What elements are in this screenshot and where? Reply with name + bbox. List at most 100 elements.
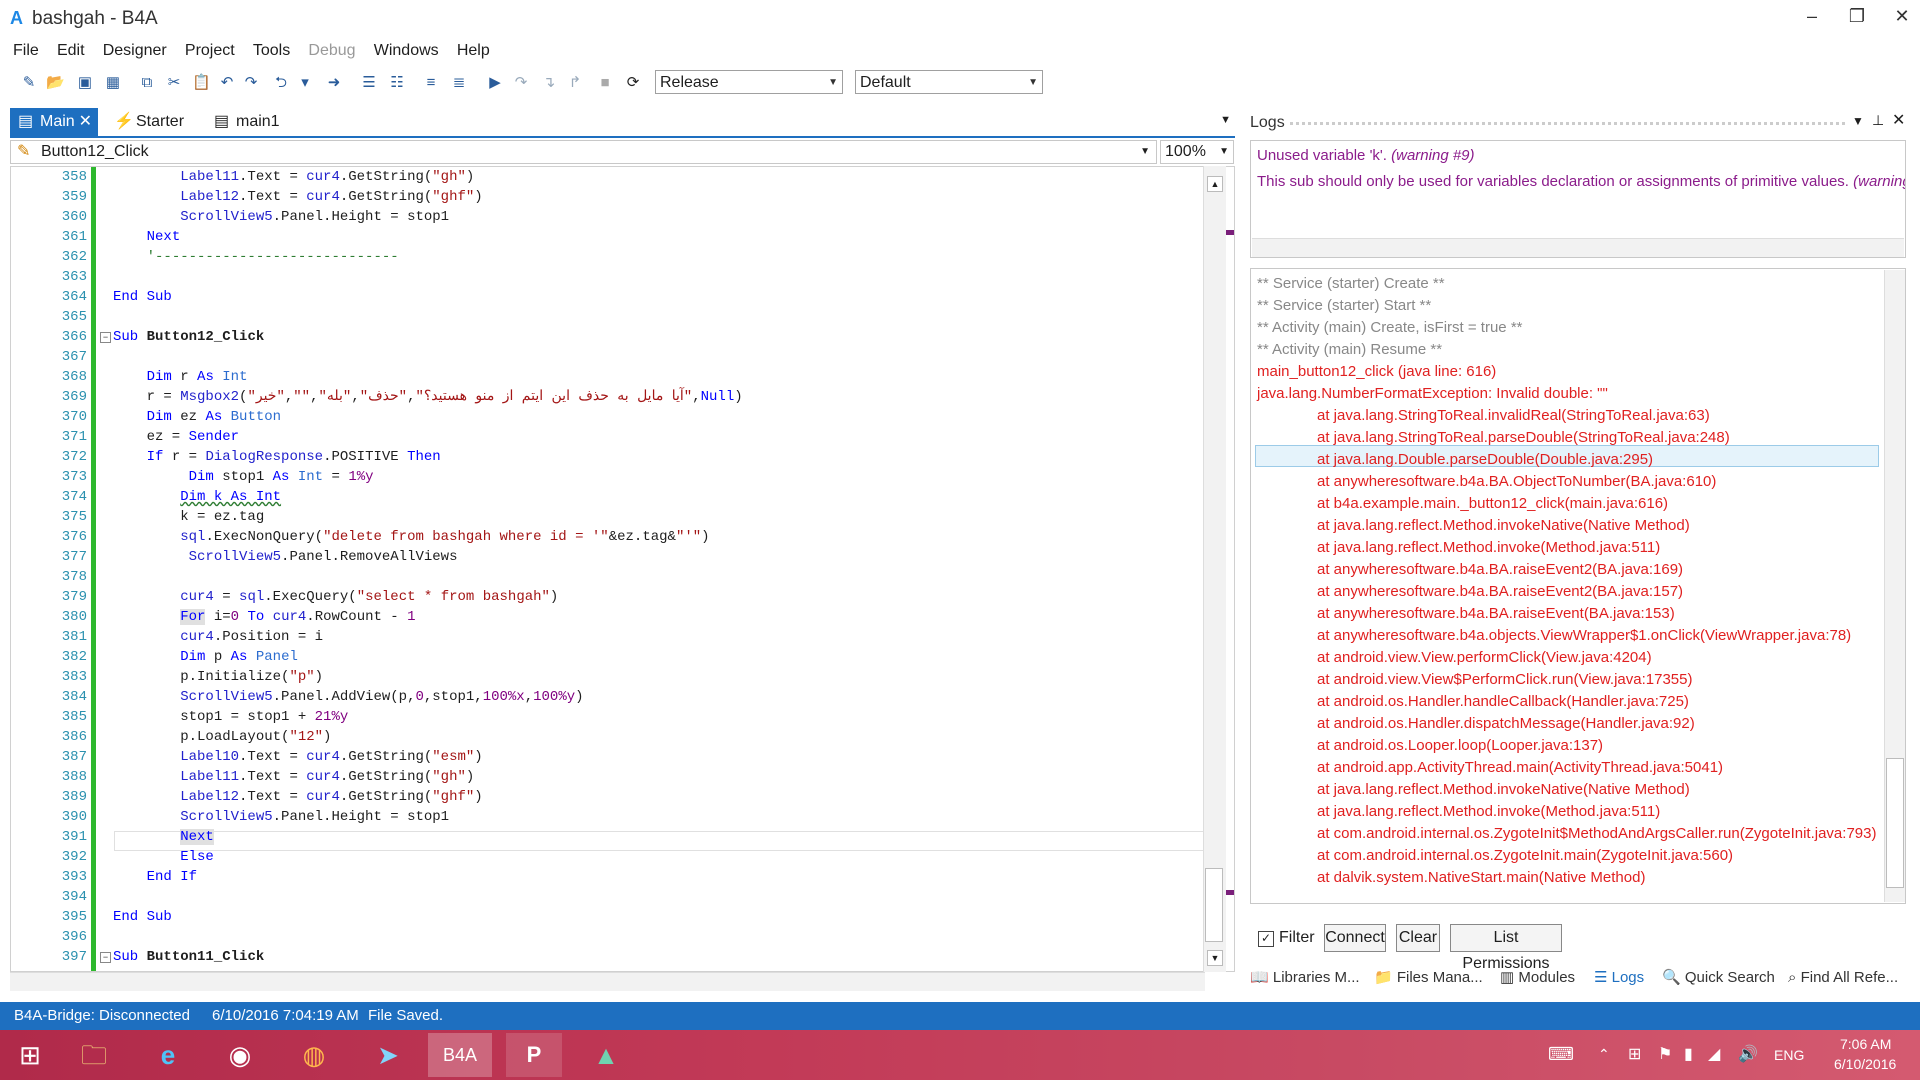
- log-line[interactable]: at android.os.Handler.handleCallback(Han…: [1317, 691, 1689, 713]
- new-file-icon[interactable]: ✎: [20, 74, 38, 92]
- step-out-icon[interactable]: ↱: [566, 74, 584, 92]
- language-indicator[interactable]: ENG: [1774, 1047, 1804, 1063]
- editor-scroll-thumb[interactable]: [1205, 868, 1223, 942]
- tab-main1[interactable]: ▤ main1: [206, 108, 296, 136]
- log-line[interactable]: at anywheresoftware.b4a.BA.raiseEvent(BA…: [1317, 603, 1675, 625]
- device-select[interactable]: Default ▼: [855, 70, 1043, 94]
- log-line[interactable]: at java.lang.StringToReal.parseDouble(St…: [1317, 427, 1730, 449]
- battery-icon[interactable]: ▮: [1684, 1044, 1693, 1064]
- tab-logs[interactable]: ☰ Logs: [1590, 966, 1649, 990]
- warning-item[interactable]: Unused variable 'k'. (warning #9): [1257, 147, 1475, 164]
- navigate-back-icon[interactable]: ⮌: [272, 74, 290, 92]
- log-line[interactable]: at anywheresoftware.b4a.BA.raiseEvent2(B…: [1317, 559, 1683, 581]
- uncomment-icon[interactable]: ≣: [450, 74, 468, 92]
- app-icon[interactable]: ▲: [578, 1033, 634, 1077]
- code-editor[interactable]: 358 359 360 361 362 363 364 365 366 367 368 369 370 3…: [10, 166, 1235, 972]
- keyboard-icon[interactable]: ⌨: [1548, 1044, 1574, 1065]
- log-line[interactable]: ** Service (starter) Start **: [1257, 295, 1431, 317]
- pin-icon[interactable]: ⊥: [1872, 112, 1884, 129]
- log-line[interactable]: at java.lang.reflect.Method.invokeNative…: [1317, 515, 1690, 537]
- editor-vertical-scrollbar[interactable]: [1203, 166, 1226, 972]
- redo-icon[interactable]: ↷: [242, 74, 260, 92]
- signal-icon[interactable]: ◢: [1708, 1044, 1720, 1064]
- list-permissions-button[interactable]: List Permissions: [1450, 924, 1562, 972]
- menu-designer[interactable]: Designer: [96, 40, 174, 60]
- tab-starter[interactable]: ⚡ Starter: [106, 108, 196, 136]
- warning-item[interactable]: This sub should only be used for variabl…: [1257, 173, 1905, 190]
- log-line[interactable]: at b4a.example.main._button12_click(main…: [1317, 493, 1668, 515]
- log-line[interactable]: at com.android.internal.os.ZygoteInit$Me…: [1317, 823, 1876, 845]
- fold-toggle-icon[interactable]: −: [100, 952, 111, 963]
- clear-button[interactable]: Clear: [1396, 924, 1440, 952]
- restart-icon[interactable]: ⟳: [624, 74, 642, 92]
- panel-menu-icon[interactable]: ▼: [1852, 114, 1864, 128]
- log-line[interactable]: at android.os.Handler.dispatchMessage(Ha…: [1317, 713, 1695, 735]
- tab-find-all-references[interactable]: ⌕ Find All Refe...: [1788, 966, 1898, 990]
- save-icon[interactable]: ▣: [76, 74, 94, 92]
- log-line[interactable]: at anywheresoftware.b4a.BA.ObjectToNumbe…: [1317, 471, 1716, 493]
- navigate-forward-icon[interactable]: ➜: [325, 74, 343, 92]
- tab-files-manager[interactable]: 📁 Files Mana...: [1374, 966, 1483, 990]
- log-line[interactable]: main_button12_click (java line: 616): [1257, 361, 1496, 383]
- windows-icon[interactable]: ⊞: [1628, 1044, 1641, 1064]
- log-line[interactable]: at anywheresoftware.b4a.BA.raiseEvent2(B…: [1317, 581, 1683, 603]
- sub-selector[interactable]: ✎ Button12_Click ▼: [10, 140, 1157, 164]
- tab-main[interactable]: ▤ Main ✕: [10, 108, 98, 136]
- log-line[interactable]: at anywheresoftware.b4a.objects.ViewWrap…: [1317, 625, 1851, 647]
- tab-modules[interactable]: ▥ Modules: [1500, 966, 1575, 990]
- restore-button[interactable]: ❐: [1835, 6, 1879, 32]
- close-icon[interactable]: ✕: [79, 108, 92, 136]
- indent-icon[interactable]: ☰: [360, 74, 378, 92]
- log-line[interactable]: at android.view.View$PerformClick.run(Vi…: [1317, 669, 1692, 691]
- tabs-dropdown-icon[interactable]: ▼: [1220, 114, 1231, 126]
- log-output[interactable]: ** Service (starter) Create ** ** Service…: [1250, 268, 1906, 904]
- paste-icon[interactable]: 📋: [192, 74, 211, 92]
- menu-project[interactable]: Project: [178, 40, 242, 60]
- close-button[interactable]: ✕: [1880, 6, 1920, 32]
- log-line[interactable]: at java.lang.Double.parseDouble(Double.j…: [1317, 449, 1653, 471]
- clock-date[interactable]: 6/10/2016: [1834, 1056, 1896, 1072]
- close-icon[interactable]: ✕: [1892, 110, 1905, 130]
- tab-libraries-manager[interactable]: 📖 Libraries M...: [1250, 966, 1360, 990]
- undo-icon[interactable]: ↶: [218, 74, 236, 92]
- zoom-select[interactable]: 100% ▼: [1160, 140, 1234, 164]
- filter-checkbox[interactable]: ✓: [1258, 931, 1274, 947]
- powerpoint-icon[interactable]: P: [506, 1033, 562, 1077]
- build-config-select[interactable]: Release ▼: [655, 70, 843, 94]
- stop-icon[interactable]: ■: [596, 74, 614, 92]
- telegram-icon[interactable]: ➤: [360, 1033, 416, 1077]
- tab-quick-search[interactable]: 🔍 Quick Search: [1662, 966, 1775, 990]
- b4a-icon[interactable]: B4A: [428, 1033, 492, 1077]
- log-line[interactable]: at android.view.View.performClick(View.j…: [1317, 647, 1652, 669]
- menu-edit[interactable]: Edit: [50, 40, 92, 60]
- menu-windows[interactable]: Windows: [367, 40, 446, 60]
- run-icon[interactable]: ▶: [486, 74, 504, 92]
- step-over-icon[interactable]: ↷: [512, 74, 530, 92]
- log-line[interactable]: at java.lang.reflect.Method.invoke(Metho…: [1317, 537, 1660, 559]
- log-line[interactable]: at java.lang.reflect.Method.invoke(Metho…: [1317, 801, 1660, 823]
- internet-explorer-icon[interactable]: e: [140, 1033, 196, 1077]
- comment-icon[interactable]: ≡: [422, 74, 440, 92]
- firefox-icon[interactable]: ◍: [286, 1033, 342, 1077]
- editor-horizontal-scrollbar[interactable]: [10, 972, 1205, 991]
- menu-debug[interactable]: Debug: [301, 40, 362, 60]
- warning-marker[interactable]: [1226, 230, 1234, 235]
- scroll-down-icon[interactable]: ▼: [1207, 950, 1223, 966]
- log-line[interactable]: at dalvik.system.NativeStart.main(Native…: [1317, 867, 1645, 889]
- scroll-up-icon[interactable]: ▲: [1207, 176, 1223, 192]
- minimize-button[interactable]: –: [1790, 6, 1834, 32]
- log-line[interactable]: ** Service (starter) Create **: [1257, 273, 1445, 295]
- warnings-horizontal-scrollbar[interactable]: [1252, 238, 1904, 257]
- windows-start-icon[interactable]: ⊞: [2, 1033, 58, 1077]
- menu-help[interactable]: Help: [450, 40, 497, 60]
- flag-icon[interactable]: ⚑: [1658, 1044, 1672, 1064]
- step-in-icon[interactable]: ↴: [540, 74, 558, 92]
- log-line[interactable]: at java.lang.StringToReal.invalidReal(St…: [1317, 405, 1710, 427]
- volume-icon[interactable]: 🔊: [1738, 1044, 1758, 1064]
- warning-marker[interactable]: [1226, 890, 1234, 895]
- log-line[interactable]: ** Activity (main) Resume **: [1257, 339, 1442, 361]
- save-all-icon[interactable]: ▦: [104, 74, 122, 92]
- chevron-up-icon[interactable]: ⌃: [1598, 1046, 1610, 1063]
- fold-toggle-icon[interactable]: −: [100, 332, 111, 343]
- copy-icon[interactable]: ⧉: [138, 74, 156, 92]
